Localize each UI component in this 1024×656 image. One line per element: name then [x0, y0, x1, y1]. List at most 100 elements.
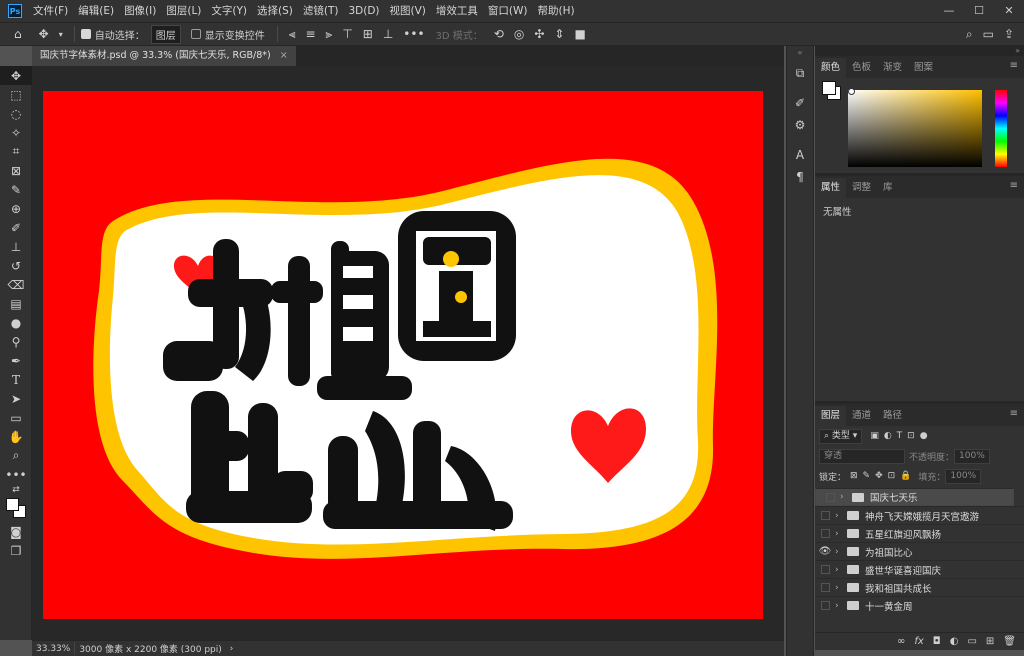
healing-brush-tool-icon[interactable]: ⊕ [0, 199, 32, 218]
home-icon[interactable]: ⌂ [0, 27, 34, 41]
layer-row[interactable]: › 国庆七天乐 [815, 488, 1014, 506]
opacity-input[interactable]: 100% [954, 448, 990, 464]
chevron-right-icon[interactable]: › [835, 529, 845, 539]
close-tab-icon[interactable]: × [280, 50, 288, 61]
menu-help[interactable]: 帮助(H) [533, 0, 580, 22]
align-bottom-icon[interactable]: ⊥ [378, 27, 398, 41]
menu-3d[interactable]: 3D(D) [343, 0, 384, 22]
brush-panel-icon[interactable]: ✐ [787, 92, 813, 114]
move-tool-icon[interactable]: ✥ [34, 27, 54, 41]
layer-row[interactable]: › 十一黄金周 [815, 596, 1024, 614]
menu-window[interactable]: 窗口(W) [483, 0, 533, 22]
blend-mode-dropdown[interactable]: 穿透 [819, 448, 905, 464]
character-panel-icon[interactable]: A [787, 144, 813, 166]
layer-row[interactable]: › 神舟飞天嫦娥揽月天宫遨游 [815, 506, 1024, 524]
quick-mask-icon[interactable]: ◙ [0, 522, 32, 541]
add-mask-icon[interactable]: ◘ [933, 636, 941, 647]
gradient-tool-icon[interactable]: ▤ [0, 294, 32, 313]
3d-roll-icon[interactable]: ◎ [509, 27, 529, 41]
auto-select-dropdown[interactable]: 图层 [150, 24, 181, 44]
share-icon[interactable]: ⇪ [999, 27, 1024, 41]
eraser-tool-icon[interactable]: ⌫ [0, 275, 32, 294]
pen-tool-icon[interactable]: ✒ [0, 351, 32, 370]
clone-stamp-tool-icon[interactable]: ⊥ [0, 237, 32, 256]
filter-icons[interactable]: ▣◐T⊡● [870, 431, 932, 441]
magic-wand-tool-icon[interactable]: ✧ [0, 123, 32, 142]
swap-colors-icon[interactable]: ⇄ [0, 484, 32, 496]
blur-tool-icon[interactable]: ● [0, 313, 32, 332]
chevron-right-icon[interactable]: › [835, 583, 845, 593]
3d-slide-icon[interactable]: ⇕ [549, 27, 569, 41]
color-field[interactable] [848, 90, 982, 167]
tab-color[interactable]: 颜色 [815, 58, 847, 78]
layer-row[interactable]: 👁 › 为祖国比心 [815, 542, 1024, 560]
menu-plugins[interactable]: 增效工具 [431, 0, 483, 22]
document-tab[interactable]: 国庆节字体素材.psd @ 33.3% (国庆七天乐, RGB/8*) × [32, 46, 296, 66]
more-options-icon[interactable]: ••• [398, 27, 429, 41]
foreground-color-swatch[interactable] [6, 498, 19, 511]
eye-icon[interactable]: 👁 [815, 546, 835, 557]
visibility-toggle[interactable] [815, 525, 835, 543]
delete-layer-icon[interactable]: 🗑 [1003, 636, 1016, 647]
edit-toolbar-icon[interactable]: ••• [0, 465, 32, 484]
align-center-icon[interactable]: ≡ [300, 27, 320, 41]
adjustments-panel-icon[interactable]: ⚙ [787, 114, 813, 136]
visibility-toggle[interactable] [815, 579, 835, 597]
align-top-icon[interactable]: ⊤ [337, 27, 357, 41]
visibility-toggle[interactable] [815, 561, 835, 579]
lasso-tool-icon[interactable]: ◌ [0, 104, 32, 123]
chevron-right-icon[interactable]: › [835, 601, 845, 611]
tab-layers[interactable]: 图层 [815, 406, 847, 426]
menu-image[interactable]: 图像(I) [119, 0, 161, 22]
fill-input[interactable]: 100% [945, 468, 982, 484]
chevron-right-icon[interactable]: › [840, 492, 850, 502]
type-tool-icon[interactable]: T [0, 370, 32, 389]
tab-properties[interactable]: 属性 [815, 178, 847, 198]
layer-style-icon[interactable]: fx [914, 636, 923, 647]
3d-orbit-icon[interactable]: ⟲ [489, 27, 509, 41]
eyedropper-tool-icon[interactable]: ✎ [0, 180, 32, 199]
zoom-tool-icon[interactable]: ⌕ [0, 446, 32, 465]
color-picker-handle[interactable] [848, 88, 855, 95]
menu-file[interactable]: 文件(F) [28, 0, 73, 22]
close-icon[interactable]: ✕ [994, 0, 1024, 22]
history-panel-icon[interactable]: ⧉ [787, 62, 813, 84]
chevron-right-icon[interactable]: › [835, 565, 845, 575]
minimize-icon[interactable]: — [934, 0, 964, 22]
history-brush-tool-icon[interactable]: ↺ [0, 256, 32, 275]
visibility-toggle[interactable] [820, 488, 840, 506]
crop-tool-icon[interactable]: ⌗ [0, 142, 32, 161]
menu-filter[interactable]: 滤镜(T) [298, 0, 344, 22]
panel-menu-icon[interactable]: ≡ [1010, 408, 1018, 419]
visibility-toggle[interactable] [815, 507, 835, 525]
menu-type[interactable]: 文字(Y) [206, 0, 252, 22]
path-selection-tool-icon[interactable]: ➤ [0, 389, 32, 408]
menu-edit[interactable]: 编辑(E) [73, 0, 119, 22]
menu-layer[interactable]: 图层(L) [161, 0, 206, 22]
search-icon[interactable]: ⌕ [961, 27, 978, 42]
frame-tool-icon[interactable]: ⊠ [0, 161, 32, 180]
auto-select-checkbox[interactable] [80, 29, 91, 39]
layer-row[interactable]: › 盛世华诞喜迎国庆 [815, 560, 1024, 578]
tab-swatches[interactable]: 色板 [846, 58, 877, 78]
hand-tool-icon[interactable]: ✋ [0, 427, 32, 446]
paragraph-panel-icon[interactable]: ¶ [787, 166, 813, 188]
screen-mode-icon[interactable]: ❐ [0, 541, 32, 560]
tab-channels[interactable]: 通道 [846, 406, 877, 426]
marquee-tool-icon[interactable]: ⬚ [0, 85, 32, 104]
dodge-tool-icon[interactable]: ⚲ [0, 332, 32, 351]
canvas-area[interactable] [32, 66, 784, 640]
tab-gradients[interactable]: 渐变 [877, 58, 908, 78]
foreground-color-chip[interactable] [822, 81, 836, 95]
layer-filter-dropdown[interactable]: ⌕ 类型 ▾ [819, 428, 863, 444]
chevron-right-icon[interactable]: › [835, 511, 845, 521]
menu-view[interactable]: 视图(V) [385, 0, 431, 22]
new-group-icon[interactable]: ▭ [967, 636, 976, 647]
panel-menu-icon[interactable]: ≡ [1010, 180, 1018, 191]
panel-menu-icon[interactable]: ≡ [1010, 60, 1018, 71]
show-transform-checkbox[interactable] [190, 29, 201, 39]
visibility-toggle[interactable] [815, 597, 835, 615]
align-middle-icon[interactable]: ⊞ [358, 27, 378, 41]
zoom-level[interactable]: 33.33% [32, 644, 74, 654]
3d-pan-icon[interactable]: ✣ [529, 27, 549, 41]
